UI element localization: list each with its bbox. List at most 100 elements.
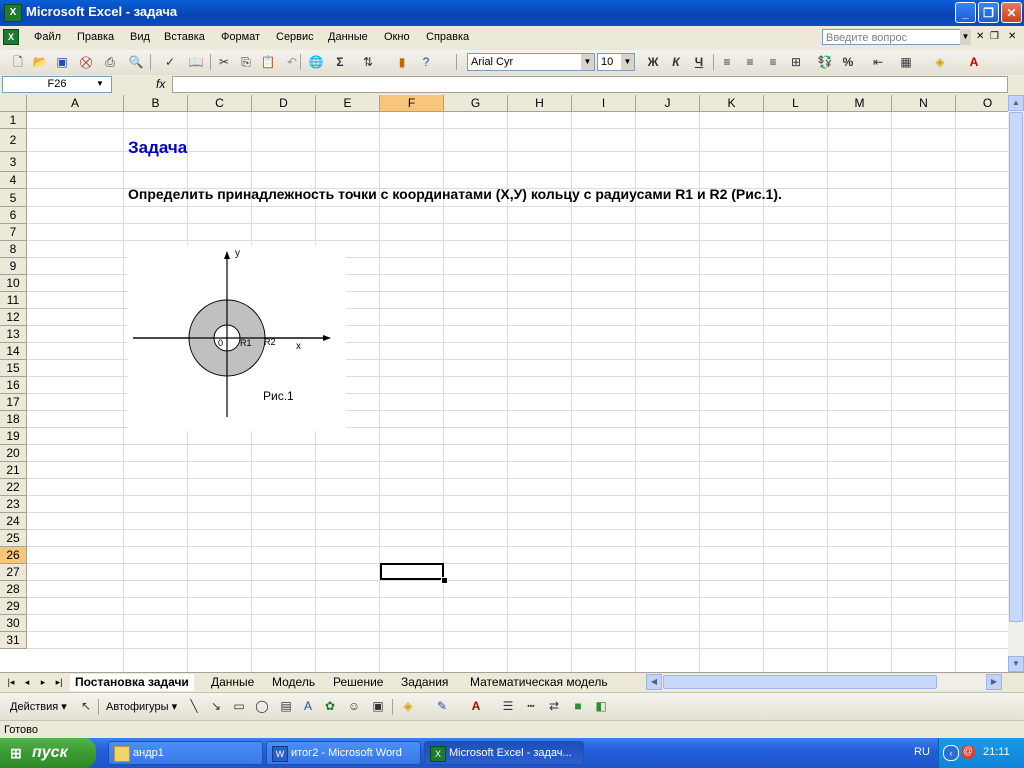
row-header-27[interactable]: 27 bbox=[0, 564, 27, 581]
row-header-13[interactable]: 13 bbox=[0, 326, 27, 343]
horizontal-scroll-thumb[interactable] bbox=[663, 675, 937, 689]
clipart-icon[interactable]: ☺ bbox=[344, 697, 364, 715]
help-question-input[interactable]: Введите вопрос bbox=[822, 29, 970, 45]
menu-format[interactable]: Формат bbox=[221, 31, 260, 43]
row-header-16[interactable]: 16 bbox=[0, 377, 27, 394]
percent-button[interactable]: % bbox=[838, 53, 858, 71]
column-header-h[interactable]: H bbox=[508, 95, 572, 112]
arrow-icon[interactable]: ↘ bbox=[206, 697, 226, 715]
menu-view[interactable]: Вид bbox=[130, 31, 150, 43]
diagram-icon[interactable]: ✿ bbox=[320, 697, 340, 715]
row-header-9[interactable]: 9 bbox=[0, 258, 27, 275]
oval-icon[interactable]: ◯ bbox=[252, 697, 272, 715]
spelling-icon[interactable]: ✓ bbox=[160, 53, 180, 71]
borders-icon[interactable]: ▦ bbox=[896, 53, 916, 71]
chevron-down-icon[interactable]: ▼ bbox=[96, 79, 104, 88]
align-center-icon[interactable]: ≡ bbox=[740, 53, 760, 71]
row-header-4[interactable]: 4 bbox=[0, 172, 27, 189]
close-button[interactable]: ✕ bbox=[1001, 2, 1022, 23]
rectangle-icon[interactable]: ▭ bbox=[229, 697, 249, 715]
taskbar-button-word[interactable]: Wитог2 - Microsoft Word bbox=[266, 741, 421, 765]
tray-expand-icon[interactable]: ‹ bbox=[943, 745, 959, 761]
print-icon[interactable]: ⎙ bbox=[100, 53, 120, 71]
chart-wizard-icon[interactable]: ▮ bbox=[392, 53, 412, 71]
undo-icon[interactable]: ↶ bbox=[282, 53, 302, 71]
dash-style-icon[interactable]: ┅ bbox=[521, 697, 541, 715]
minimize-button[interactable]: _ bbox=[955, 2, 976, 23]
ring-figure[interactable]: y x 0 R1 R2 Рис.1 bbox=[128, 245, 346, 431]
antivirus-icon[interactable]: @ bbox=[961, 745, 975, 759]
row-header-7[interactable]: 7 bbox=[0, 224, 27, 241]
row-header-11[interactable]: 11 bbox=[0, 292, 27, 309]
3d-icon[interactable]: ◧ bbox=[591, 697, 611, 715]
autoshapes-menu[interactable]: Автофигуры ▾ bbox=[106, 700, 177, 713]
wordart-icon[interactable]: A bbox=[298, 697, 318, 715]
fill-color-icon[interactable]: ◈ bbox=[398, 697, 418, 715]
row-header-17[interactable]: 17 bbox=[0, 394, 27, 411]
vertical-scroll-thumb[interactable] bbox=[1009, 112, 1023, 622]
column-header-d[interactable]: D bbox=[252, 95, 316, 112]
line-style-icon[interactable]: ☰ bbox=[498, 697, 518, 715]
row-header-22[interactable]: 22 bbox=[0, 479, 27, 496]
function-icon[interactable]: fx bbox=[156, 77, 165, 91]
row-header-26[interactable]: 26 bbox=[0, 547, 27, 564]
prev-sheet-icon[interactable]: ◂ bbox=[20, 675, 34, 689]
menu-window[interactable]: Окно bbox=[384, 31, 410, 43]
tab-sheet-2[interactable]: Данные bbox=[207, 674, 258, 691]
underline-button[interactable]: Ч bbox=[689, 53, 709, 71]
row-header-14[interactable]: 14 bbox=[0, 343, 27, 360]
column-header-f[interactable]: F bbox=[380, 95, 444, 112]
line-icon[interactable]: ╲ bbox=[184, 697, 204, 715]
textbox-icon[interactable]: ▤ bbox=[276, 697, 296, 715]
select-objects-icon[interactable]: ↖ bbox=[76, 697, 96, 715]
workbook-icon[interactable]: X bbox=[3, 29, 19, 45]
currency-icon[interactable]: 💱 bbox=[815, 53, 835, 71]
taskbar-button-excel[interactable]: X Microsoft Excel - задач... bbox=[424, 741, 584, 765]
row-header-21[interactable]: 21 bbox=[0, 462, 27, 479]
doc-minimize-icon[interactable]: ✕ bbox=[1008, 31, 1016, 42]
restore-button[interactable]: ❐ bbox=[978, 2, 999, 23]
start-button[interactable]: ⊞ пуск bbox=[0, 738, 96, 768]
font-name-select[interactable]: Arial Cyr ▼ bbox=[467, 53, 595, 71]
column-header-k[interactable]: K bbox=[700, 95, 764, 112]
row-header-23[interactable]: 23 bbox=[0, 496, 27, 513]
first-sheet-icon[interactable]: |◂ bbox=[4, 675, 18, 689]
last-sheet-icon[interactable]: ▸| bbox=[52, 675, 66, 689]
help-dropdown-icon[interactable]: ▼ bbox=[960, 29, 971, 45]
clock[interactable]: 21:11 bbox=[983, 746, 1010, 758]
row-header-24[interactable]: 24 bbox=[0, 513, 27, 530]
save-icon[interactable]: ▣ bbox=[52, 53, 72, 71]
row-header-3[interactable]: 3 bbox=[0, 152, 27, 172]
scroll-right-icon[interactable]: ▶ bbox=[986, 674, 1002, 690]
row-header-10[interactable]: 10 bbox=[0, 275, 27, 292]
print-preview-icon[interactable]: 🔍 bbox=[126, 53, 146, 71]
column-header-j[interactable]: J bbox=[636, 95, 700, 112]
row-header-5[interactable]: 5 bbox=[0, 189, 27, 207]
bold-button[interactable]: Ж bbox=[643, 53, 663, 71]
tab-sheet-5[interactable]: Задания bbox=[397, 674, 452, 691]
shadow-icon[interactable]: ■ bbox=[568, 697, 588, 715]
column-header-o[interactable]: O bbox=[956, 95, 1008, 112]
column-header-e[interactable]: E bbox=[316, 95, 380, 112]
autosum-icon[interactable]: Σ bbox=[330, 53, 350, 71]
active-cell-f26[interactable] bbox=[380, 563, 444, 580]
fill-handle[interactable] bbox=[441, 577, 448, 584]
select-all-corner[interactable] bbox=[0, 95, 27, 112]
doc-restore-icon[interactable]: ❐ bbox=[990, 31, 999, 42]
row-header-2[interactable]: 2 bbox=[0, 129, 27, 152]
row-header-15[interactable]: 15 bbox=[0, 360, 27, 377]
horizontal-scrollbar[interactable]: ◀ ▶ bbox=[646, 674, 1002, 690]
next-sheet-icon[interactable]: ▸ bbox=[36, 675, 50, 689]
row-header-29[interactable]: 29 bbox=[0, 598, 27, 615]
tab-sheet-6[interactable]: Математическая модель bbox=[466, 674, 612, 691]
hyperlink-icon[interactable]: 🌐 bbox=[306, 53, 326, 71]
cut-icon[interactable]: ✂ bbox=[214, 53, 234, 71]
excel-app-icon[interactable]: X bbox=[4, 4, 22, 22]
new-icon[interactable]: 🗋 bbox=[8, 53, 28, 71]
doc-close-icon[interactable]: ✕ bbox=[976, 31, 984, 42]
menu-insert[interactable]: Вставка bbox=[164, 31, 205, 43]
picture-icon[interactable]: ▣ bbox=[368, 697, 388, 715]
column-header-c[interactable]: C bbox=[188, 95, 252, 112]
column-header-a[interactable]: A bbox=[27, 95, 124, 112]
sort-ascending-icon[interactable]: ⇅ bbox=[358, 53, 378, 71]
